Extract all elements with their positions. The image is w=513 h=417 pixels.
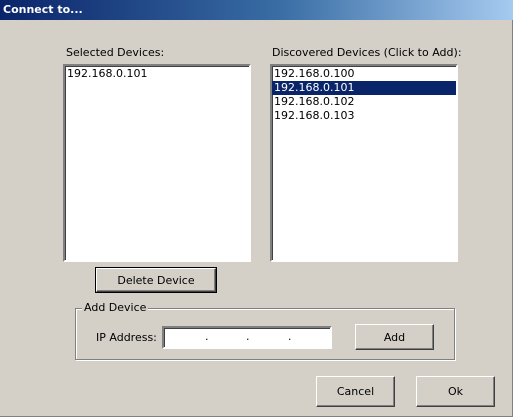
ok-button[interactable]: Ok	[416, 376, 495, 407]
ip-address-field[interactable]: . . .	[162, 326, 332, 349]
discovered-devices-label: Discovered Devices (Click to Add):	[272, 46, 462, 59]
list-item[interactable]: 192.168.0.103	[272, 109, 456, 123]
window-title: Connect to...	[3, 3, 83, 16]
selected-devices-label: Selected Devices:	[66, 46, 165, 59]
title-bar[interactable]: Connect to...	[0, 0, 513, 20]
cancel-button[interactable]: Cancel	[316, 376, 395, 407]
delete-device-button[interactable]: Delete Device	[95, 267, 217, 293]
list-item[interactable]: 192.168.0.100	[272, 67, 456, 81]
add-button[interactable]: Add	[355, 324, 434, 350]
ip-separator: .	[246, 330, 250, 343]
list-item-selected[interactable]: 192.168.0.101	[272, 81, 456, 95]
add-device-group-title: Add Device	[82, 301, 149, 314]
discovered-devices-list[interactable]: 192.168.0.100 192.168.0.101 192.168.0.10…	[270, 64, 458, 262]
list-item[interactable]: 192.168.0.102	[272, 95, 456, 109]
ip-separator: .	[288, 330, 292, 343]
selected-devices-list[interactable]: 192.168.0.101	[63, 64, 251, 262]
ip-address-label: IP Address:	[96, 331, 157, 344]
list-item[interactable]: 192.168.0.101	[65, 67, 249, 81]
ip-separator: .	[205, 330, 209, 343]
